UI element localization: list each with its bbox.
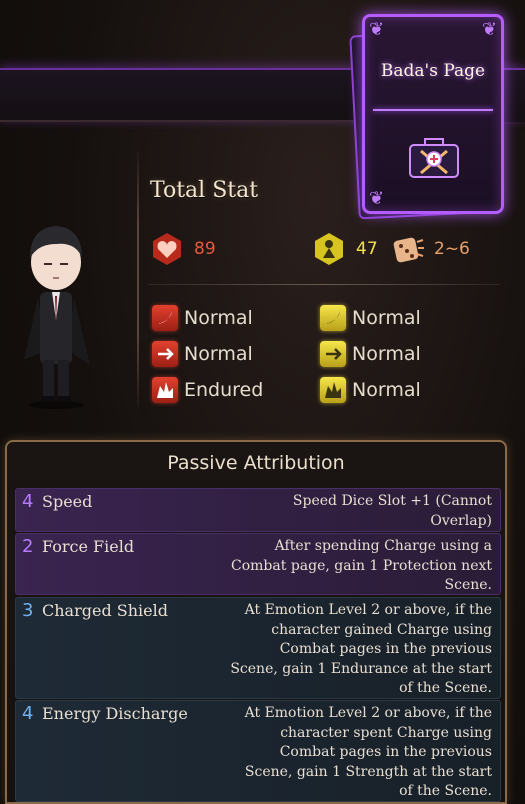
passive-item[interactable]: 3 Charged Shield At Emotion Level 2 or a… xyxy=(15,597,501,699)
key-page-card[interactable]: ❦ ❦ ❦ Bada's Page xyxy=(349,14,504,220)
passive-desc: At Emotion Level 2 or above, if the char… xyxy=(230,602,492,696)
hp-blunt-resist: Endured xyxy=(152,377,263,403)
hp-pierce-resist: Normal xyxy=(152,341,253,367)
slash-resist-icon xyxy=(320,305,346,331)
hp-slash-resist: Normal xyxy=(152,305,253,331)
passive-desc: At Emotion Level 2 or above, if the char… xyxy=(244,705,492,799)
ornament-icon: ❦ xyxy=(369,19,385,40)
hp-value: 89 xyxy=(194,239,216,259)
passive-name: Speed xyxy=(42,492,93,511)
page-card-front: ❦ ❦ ❦ Bada's Page xyxy=(362,14,504,214)
stagger-icon xyxy=(315,233,343,265)
hp-stat: 89 xyxy=(150,232,216,266)
passive-desc: Speed Dice Slot +1 (Cannot Overlap) xyxy=(292,493,492,529)
divider xyxy=(137,145,139,415)
resist-value: Normal xyxy=(352,307,421,329)
passive-item[interactable]: 4 Energy Discharge At Emotion Level 2 or… xyxy=(15,700,501,802)
passive-panel: Passive Attribution 4 Speed Speed Dice S… xyxy=(5,440,507,804)
passive-cost: 3 xyxy=(22,600,34,621)
resist-value: Normal xyxy=(184,307,253,329)
blunt-resist-icon xyxy=(320,377,346,403)
passive-cost: 4 xyxy=(22,491,34,512)
passive-name: Energy Discharge xyxy=(42,704,188,723)
speed-dice-icon xyxy=(393,237,424,263)
pierce-resist-icon xyxy=(152,341,178,367)
resist-value: Endured xyxy=(184,379,264,401)
passive-desc: After spending Charge using a Combat pag… xyxy=(231,538,492,593)
speed-value: 2~6 xyxy=(434,239,470,259)
stagger-slash-resist: Normal xyxy=(320,305,421,331)
divider xyxy=(0,120,360,122)
resist-value: Normal xyxy=(352,379,421,401)
blunt-resist-icon xyxy=(152,377,178,403)
character-sprite xyxy=(24,226,90,409)
passive-cost: 4 xyxy=(22,703,34,724)
slash-resist-icon xyxy=(152,305,178,331)
passive-item[interactable]: 2 Force Field After spending Charge usin… xyxy=(15,533,501,595)
ornament-icon: ❦ xyxy=(369,188,385,209)
passive-cost: 2 xyxy=(22,536,34,557)
divider xyxy=(148,284,500,285)
total-stat-title: Total Stat xyxy=(150,178,259,203)
stagger-stat: 47 xyxy=(312,232,378,266)
passive-name: Charged Shield xyxy=(42,601,168,620)
page-title: Bada's Page xyxy=(380,61,486,81)
passive-name: Force Field xyxy=(42,537,135,556)
speed-stat: 2~6 xyxy=(390,232,470,266)
stagger-blunt-resist: Normal xyxy=(320,377,421,403)
pierce-resist-icon xyxy=(320,341,346,367)
ornament-icon: ❦ xyxy=(481,19,497,40)
first-aid-kit-icon xyxy=(409,138,459,178)
resist-value: Normal xyxy=(352,343,421,365)
stagger-pierce-resist: Normal xyxy=(320,341,421,367)
stagger-value: 47 xyxy=(356,239,378,259)
hp-heart-icon xyxy=(153,233,181,265)
resist-value: Normal xyxy=(184,343,253,365)
passive-panel-title: Passive Attribution xyxy=(167,452,345,474)
passive-item[interactable]: 4 Speed Speed Dice Slot +1 (Cannot Overl… xyxy=(15,488,501,532)
divider xyxy=(373,109,493,111)
